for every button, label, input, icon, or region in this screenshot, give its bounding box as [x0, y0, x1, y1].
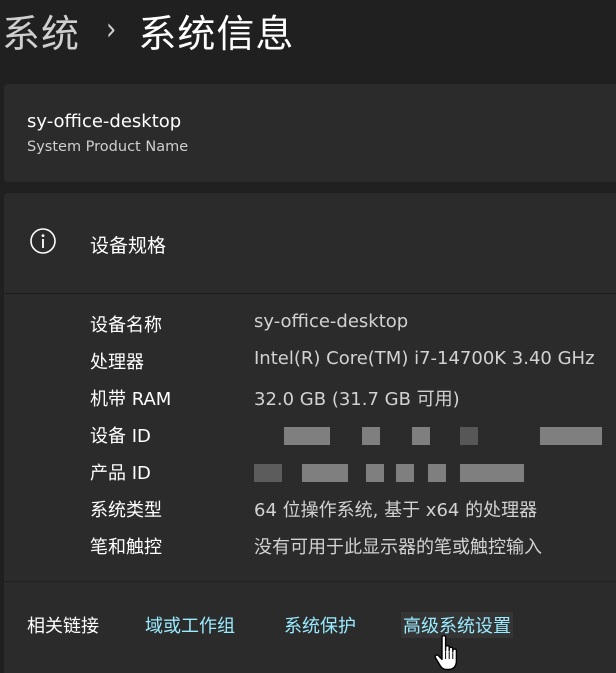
info-icon: [30, 228, 56, 254]
spec-row-pen-touch: 笔和触控 没有可用于此显示器的笔或触控输入: [4, 529, 616, 566]
spec-label: 设备名称: [90, 315, 162, 336]
related-links-title: 相关链接: [27, 616, 99, 637]
spec-label: 机带 RAM: [90, 389, 172, 410]
domain-workgroup-link[interactable]: 域或工作组: [145, 612, 235, 638]
spec-label: 笔和触控: [90, 537, 162, 558]
spec-value: 32.0 GB (31.7 GB 可用): [254, 389, 460, 410]
spec-row-processor: 处理器 Intel(R) Core(TM) i7-14700K 3.40 GHz: [4, 344, 616, 381]
system-info-page: 系统 › 系统信息 sy-office-desktop System Produ…: [0, 0, 616, 673]
spec-value: 64 位操作系统, 基于 x64 的处理器: [254, 500, 538, 521]
system-protection-link[interactable]: 系统保护: [284, 612, 356, 638]
page-title: 系统信息: [138, 11, 295, 56]
spec-value: sy-office-desktop: [254, 311, 409, 332]
breadcrumb: 系统 › 系统信息: [2, 4, 294, 56]
device-specs-title: 设备规格: [90, 235, 167, 257]
redacted-product-id: [254, 464, 614, 482]
spec-row-device-name: 设备名称 sy-office-desktop: [4, 307, 616, 344]
spec-label: 产品 ID: [90, 463, 151, 484]
device-model: System Product Name: [27, 139, 189, 155]
device-name-card: sy-office-desktop System Product Name: [4, 84, 616, 182]
device-name: sy-office-desktop: [27, 111, 182, 132]
spec-label: 处理器: [90, 352, 144, 373]
device-specs-list: 设备名称 sy-office-desktop 处理器 Intel(R) Core…: [4, 307, 616, 566]
spec-row-device-id: 设备 ID: [4, 418, 616, 455]
spec-value: 没有可用于此显示器的笔或触控输入: [254, 537, 542, 558]
spec-label: 设备 ID: [90, 426, 151, 447]
breadcrumb-chevron-icon: ›: [106, 12, 117, 48]
spec-label: 系统类型: [90, 500, 162, 521]
device-specs-header[interactable]: 设备规格: [4, 193, 616, 294]
redacted-device-id: [254, 427, 614, 445]
device-specs-section: 设备规格 设备名称 sy-office-desktop 处理器 Intel(R)…: [4, 193, 616, 581]
spec-row-product-id: 产品 ID: [4, 455, 616, 492]
spec-row-ram: 机带 RAM 32.0 GB (31.7 GB 可用): [4, 381, 616, 418]
hand-cursor-icon: [434, 634, 458, 671]
spec-value: Intel(R) Core(TM) i7-14700K 3.40 GHz: [254, 348, 595, 369]
related-links-bar: 相关链接 域或工作组 系统保护 高级系统设置: [4, 582, 616, 673]
breadcrumb-parent[interactable]: 系统: [2, 3, 80, 58]
spec-row-system-type: 系统类型 64 位操作系统, 基于 x64 的处理器: [4, 492, 616, 529]
